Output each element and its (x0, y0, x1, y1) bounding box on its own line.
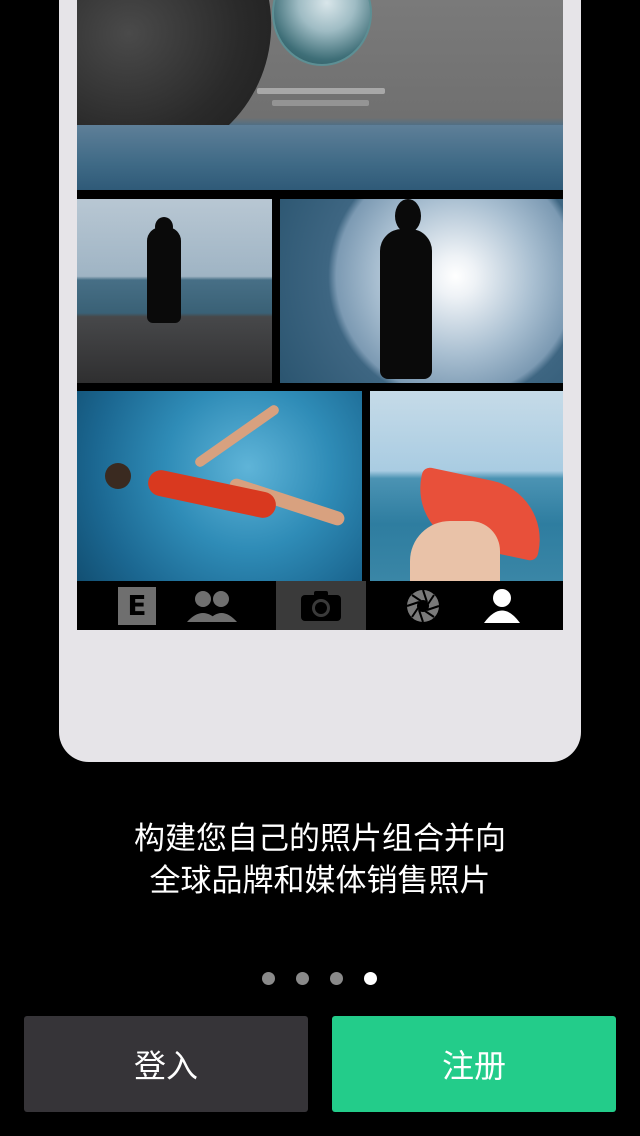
profile-name-placeholder (257, 88, 385, 94)
profile-header-photo (77, 0, 563, 190)
aperture-icon (397, 581, 449, 630)
aperture-icon-svg (406, 589, 440, 622)
onboarding-caption: 构建您自己的照片组合并向 全球品牌和媒体销售照片 (0, 818, 640, 902)
phone-screen: E (77, 0, 563, 630)
profile-subtitle-placeholder (272, 100, 369, 106)
login-button[interactable]: 登入 (24, 1016, 308, 1112)
page-dot-3[interactable] (330, 972, 343, 985)
swimmer-head (105, 463, 131, 489)
mockup-tab-bar: E (77, 581, 563, 630)
page-dot-4-active[interactable] (364, 972, 377, 985)
photo-tile-swimmer (77, 391, 362, 581)
page-dot-1[interactable] (262, 972, 275, 985)
page-dot-2[interactable] (296, 972, 309, 985)
e-icon: E (107, 581, 167, 630)
photo-tile-runner (77, 199, 272, 383)
phone-mockup: E (59, 0, 581, 762)
caption-line-2: 全球品牌和媒体销售照片 (149, 863, 491, 899)
people-icon-svg (187, 590, 237, 622)
people-icon (177, 581, 247, 630)
profile-icon-svg (484, 588, 520, 623)
photo-tile-woman-sunlight (280, 199, 563, 383)
person-silhouette-head (395, 199, 421, 233)
photo-tile-watermelon (370, 391, 563, 581)
hand (410, 521, 500, 581)
camera-icon (276, 581, 366, 630)
e-icon-glyph: E (118, 586, 156, 625)
page-indicator (0, 972, 640, 986)
sea-image (77, 125, 563, 190)
camera-icon-svg (301, 590, 341, 621)
avatar (272, 0, 372, 66)
swimmer-arm (193, 403, 281, 469)
caption-line-1: 构建您自己的照片组合并向 (134, 821, 506, 857)
person-silhouette (147, 227, 181, 323)
person-silhouette (380, 229, 432, 379)
signup-button[interactable]: 注册 (332, 1016, 616, 1112)
swimmer-body (145, 467, 279, 521)
profile-icon (477, 581, 527, 630)
